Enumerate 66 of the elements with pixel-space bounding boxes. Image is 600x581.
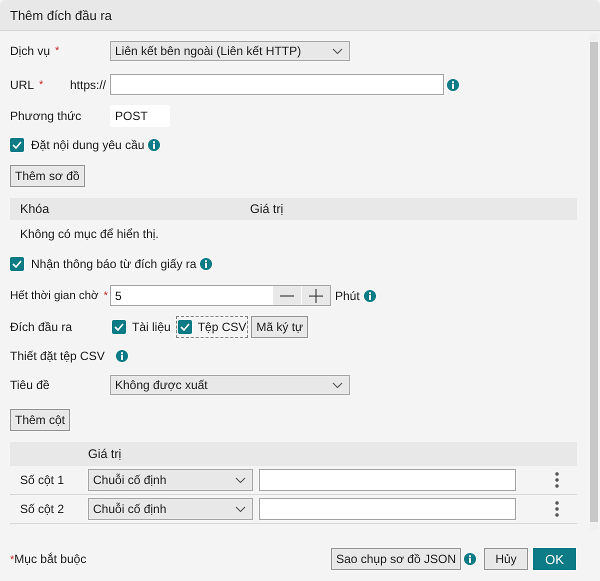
encoding-button[interactable]: Mã ký tự — [251, 316, 308, 338]
chevron-down-icon — [235, 506, 246, 512]
decrement-button[interactable] — [273, 286, 301, 305]
checkbox[interactable] — [10, 257, 24, 271]
increment-button[interactable] — [302, 286, 330, 305]
checkbox-label: Nhận thông báo từ đích giấy ra — [31, 257, 196, 271]
required-note: *Mục bắt buộc — [10, 552, 86, 566]
dropdown[interactable]: Chuỗi cố định — [88, 469, 253, 491]
checkbox-option[interactable]: Tài liệu — [110, 316, 173, 338]
check-icon — [12, 141, 22, 149]
checkbox[interactable] — [10, 138, 24, 152]
cancel-button[interactable]: Hủy — [484, 548, 528, 570]
field-label: Dịch vụ — [10, 44, 50, 58]
unit-label: Phút — [335, 288, 360, 302]
dropdown[interactable]: Không được xuất — [110, 375, 350, 395]
plus-icon — [309, 288, 323, 302]
info-icon — [148, 139, 160, 151]
value-field[interactable] — [259, 498, 516, 520]
check-icon — [12, 260, 22, 268]
ok-button[interactable]: OK — [533, 548, 576, 570]
table-cell-text: Số cột 2 — [19, 502, 66, 516]
check-icon — [114, 323, 124, 331]
checkbox[interactable] — [178, 320, 192, 334]
method-value: POST — [110, 105, 170, 127]
required-mark: * — [104, 290, 108, 302]
empty-message: Không có mục để hiển thị. — [20, 227, 159, 241]
more-icon — [555, 501, 559, 517]
column-header: Giá trị — [250, 202, 284, 216]
copy-json-button[interactable]: Sao chụp sơ đồ JSON — [331, 548, 461, 570]
url-prefix: https:// — [70, 78, 108, 92]
info-icon — [447, 78, 459, 90]
chevron-down-icon — [332, 48, 343, 54]
minus-icon — [280, 294, 294, 296]
field-label: Hết thời gian chờ — [10, 290, 99, 302]
table-cell-text: Số cột 1 — [19, 473, 66, 487]
checkbox-label: Tài liệu — [132, 320, 171, 334]
field-label: Đích đầu ra — [10, 320, 72, 334]
more-button[interactable] — [555, 501, 559, 517]
column-header: Giá trị — [87, 447, 122, 461]
section-label: Thiết đặt tệp CSV — [10, 349, 105, 363]
value-field[interactable] — [259, 469, 516, 491]
checkbox-label: Tệp CSV — [198, 320, 246, 334]
checkbox-label: Đặt nội dung yêu cầu — [31, 138, 144, 152]
required-mark: * — [55, 45, 60, 57]
info-icon — [116, 350, 128, 362]
info-icon — [200, 258, 212, 270]
add-column-button[interactable]: Thêm cột — [10, 409, 70, 431]
chevron-down-icon — [332, 382, 343, 388]
info-icon — [464, 553, 476, 565]
dropdown[interactable]: Liên kết bên ngoài (Liên kết HTTP) — [110, 41, 350, 61]
more-icon — [555, 472, 559, 488]
required-mark: * — [39, 78, 44, 90]
checkbox[interactable] — [112, 320, 126, 334]
chevron-down-icon — [235, 476, 246, 484]
url-field[interactable] — [110, 74, 444, 95]
column-header: Khóa — [19, 202, 50, 216]
field-label: Tiêu đề — [10, 378, 50, 392]
add-schema-button[interactable]: Thêm sơ đồ — [10, 165, 85, 187]
check-icon — [180, 323, 190, 331]
field-label: URL — [10, 78, 34, 92]
info-icon — [364, 290, 376, 302]
number-field[interactable]: 5 — [110, 285, 331, 306]
dropdown[interactable]: Chuỗi cố định — [88, 498, 253, 520]
dialog-title: Thêm đích đầu ra — [10, 8, 112, 22]
field-label: Phương thức — [10, 109, 82, 123]
more-button[interactable] — [555, 472, 559, 488]
